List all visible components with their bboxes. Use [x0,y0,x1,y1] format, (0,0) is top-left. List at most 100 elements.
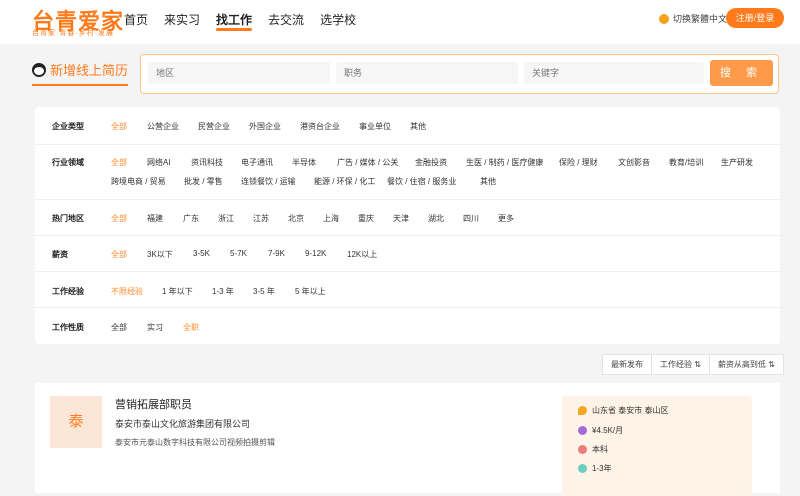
language-switch[interactable]: 切换繁體中文 [659,12,727,25]
filter-option[interactable]: 其他 [410,121,426,132]
filter-option[interactable]: 餐饮 / 住宿 / 服务业 [387,176,456,187]
location-text: 山东省 泰安市 泰山区 [592,406,669,415]
filter-option[interactable]: 事业单位 [359,121,391,132]
filter-row-experience: 工作经验 不限经验 1 年以下 1-3 年 3-5 年 5 年以上 [35,271,780,308]
nav-home[interactable]: 首页 [124,11,148,28]
info-salary: ¥4.5K/月 [578,425,623,436]
job-title[interactable]: 营销拓展部职员 [115,396,192,412]
filter-option[interactable]: 7-9K [268,249,285,258]
filter-option[interactable]: 教育/培训 [669,157,703,168]
filter-option[interactable]: 广东 [183,213,199,224]
filter-option[interactable]: 四川 [463,213,479,224]
filter-label: 工作经验 [52,287,84,296]
login-button[interactable]: 注册/登录 [726,8,784,28]
filter-option[interactable]: 浙江 [218,213,234,224]
filter-option[interactable]: 公营企业 [147,121,179,132]
filter-option[interactable]: 3-5K [193,249,210,258]
filter-option[interactable]: 北京 [288,213,304,224]
filter-option[interactable]: 天津 [393,213,409,224]
filter-row-company-type: 企业类型 全部 公营企业 民营企业 外国企业 港资台企业 事业单位 其他 [35,107,780,145]
filter-option[interactable]: 全部 [111,121,127,132]
filter-option[interactable]: 半导体 [292,157,316,168]
filter-label: 工作性质 [52,323,84,332]
nav-internship[interactable]: 来实习 [164,11,200,28]
filter-option[interactable]: 江苏 [253,213,269,224]
filter-option[interactable]: 电子通讯 [241,157,273,168]
filter-option[interactable]: 保险 / 理财 [559,157,598,168]
sub-company-name: 泰安市元泰山数字科技有限公司视频拍摄剪辑 [115,438,275,447]
search-button[interactable]: 搜 索 [710,60,773,86]
filter-option[interactable]: 民营企业 [198,121,230,132]
filter-row-industry: 行业领域 全部 网络AI 资讯科技 电子通讯 半导体 广告 / 媒体 / 公关 … [35,144,780,200]
filter-option[interactable]: 3-5 年 [253,286,275,297]
filter-option[interactable]: 金融投资 [415,157,447,168]
main-nav: 首页 来实习 找工作 去交流 选学校 [124,11,356,31]
add-resume-label: 新增线上简历 [50,63,129,78]
experience-icon [578,464,587,473]
filter-option[interactable]: 5 年以上 [295,286,326,297]
filter-option[interactable]: 生产研发 [721,157,753,168]
filter-label: 热门地区 [52,214,84,223]
filter-label: 行业领域 [52,158,84,167]
info-experience: 1-3年 [578,463,612,474]
company-name[interactable]: 泰安市泰山文化旅游集团有限公司 [115,417,250,430]
filter-option[interactable]: 1 年以下 [162,286,193,297]
filter-option[interactable]: 文创影音 [618,157,650,168]
filter-option[interactable]: 9-12K [305,249,326,258]
filter-option[interactable]: 批发 / 零售 [184,176,223,187]
job-input[interactable] [336,62,518,84]
filter-option[interactable]: 福建 [147,213,163,224]
filter-option[interactable]: 1-3 年 [212,286,234,297]
filter-label: 薪资 [52,250,68,259]
nav-school[interactable]: 选学校 [320,11,356,28]
sort-experience[interactable]: 工作经验 ⇅ [652,355,710,374]
filter-option[interactable]: 资讯科技 [191,157,223,168]
language-label: 切换繁體中文 [673,14,728,24]
nav-exchange[interactable]: 去交流 [268,11,304,28]
sort-bar: 最新发布 工作经验 ⇅ 薪资从高到低 ⇅ [602,354,784,375]
filter-option[interactable]: 港资台企业 [300,121,340,132]
top-header: 台青爱家 台青家·青春·乡村·发展 首页 来实习 找工作 去交流 选学校 切换繁… [0,0,800,44]
filter-option[interactable]: 全部 [111,157,127,168]
add-resume-link[interactable]: 新增线上简历 [32,60,129,86]
filter-option[interactable]: 重庆 [358,213,374,224]
sort-latest[interactable]: 最新发布 [603,355,652,374]
filter-option[interactable]: 上海 [323,213,339,224]
filter-option[interactable]: 5-7K [230,249,247,258]
filter-option[interactable]: 不限经验 [111,286,143,297]
filter-option[interactable]: 3K以下 [147,249,173,260]
filter-option[interactable]: 全部 [111,322,127,333]
filter-option[interactable]: 生医 / 制药 / 医疗健康 [466,157,543,168]
filter-option[interactable]: 全部 [111,249,127,260]
search-box: 搜 索 [140,54,779,94]
filter-option[interactable]: 连锁餐饮 / 运输 [241,176,296,187]
salary-text: ¥4.5K/月 [592,426,624,435]
company-avatar: 泰 [50,396,102,448]
filter-option[interactable]: 广告 / 媒体 / 公关 [337,157,398,168]
filter-option[interactable]: 其他 [480,176,496,187]
location-pin-icon [578,406,587,415]
logo-subtitle: 台青家·青春·乡村·发展 [32,30,114,37]
keyword-input[interactable] [524,62,704,84]
filter-option[interactable]: 外国企业 [249,121,281,132]
experience-text: 1-3年 [592,464,612,473]
info-education: 本科 [578,444,608,455]
filter-option[interactable]: 实习 [147,322,163,333]
education-text: 本科 [592,445,608,454]
panda-icon [32,62,46,77]
filter-option[interactable]: 跨境电商 / 贸易 [111,176,166,187]
filter-row-job-nature: 工作性质 全部 实习 全职 [35,307,780,344]
filter-option[interactable]: 湖北 [428,213,444,224]
info-location: 山东省 泰安市 泰山区 [578,405,668,416]
nav-find-job[interactable]: 找工作 [216,11,253,31]
filter-option[interactable]: 能源 / 环保 / 化工 [314,176,375,187]
filter-option[interactable]: 更多 [498,213,514,224]
filter-option[interactable]: 全职 [183,322,199,333]
filter-option[interactable]: 12K以上 [347,249,377,260]
job-card[interactable]: 泰 营销拓展部职员 泰安市泰山文化旅游集团有限公司 泰安市元泰山数字科技有限公司… [35,383,780,496]
sort-salary[interactable]: 薪资从高到低 ⇅ [710,355,783,374]
education-icon [578,445,587,454]
filter-option[interactable]: 网络AI [147,157,171,168]
area-input[interactable] [148,62,330,84]
filter-option[interactable]: 全部 [111,213,127,224]
